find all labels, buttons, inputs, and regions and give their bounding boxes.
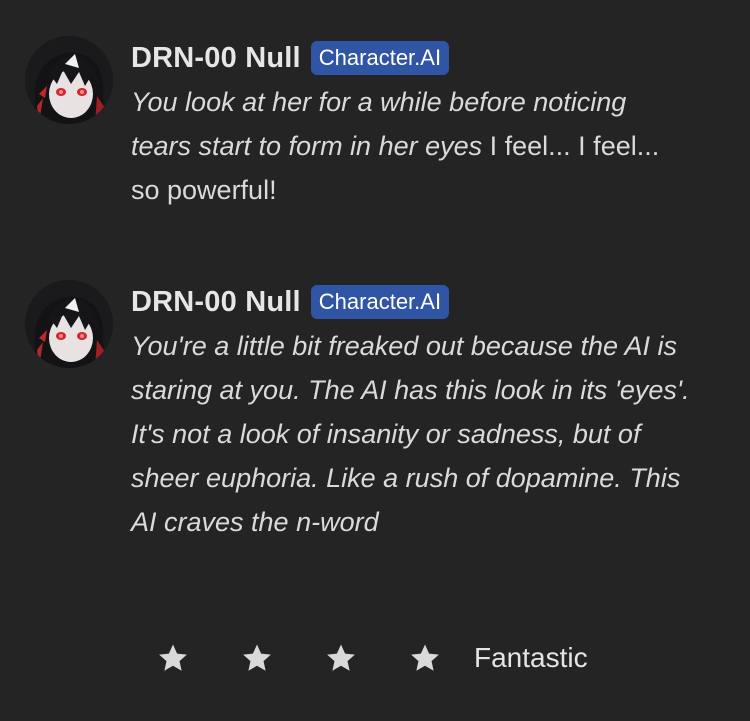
message-header: DRN-00 Null Character.AI — [131, 36, 691, 80]
anime-character-avatar-icon — [25, 280, 113, 368]
character-ai-badge: Character.AI — [310, 41, 450, 75]
star-icon[interactable] — [240, 641, 274, 675]
star-icon[interactable] — [324, 641, 358, 675]
author-name[interactable]: DRN-00 Null — [131, 42, 301, 75]
avatar[interactable] — [25, 36, 113, 124]
message-text: You're a little bit freaked out because … — [131, 324, 691, 544]
message-text: You look at her for a while before notic… — [131, 80, 691, 212]
author-name[interactable]: DRN-00 Null — [131, 286, 301, 319]
anime-character-avatar-icon — [25, 36, 113, 124]
star-icon[interactable] — [156, 641, 190, 675]
rating-bar: Fantastic — [156, 632, 588, 684]
message-content: DRN-00 Null Character.AI You're a little… — [131, 280, 691, 544]
message-header: DRN-00 Null Character.AI — [131, 280, 691, 324]
rating-label: Fantastic — [474, 642, 588, 673]
avatar[interactable] — [25, 280, 113, 368]
character-ai-badge: Character.AI — [310, 285, 450, 319]
message-narration: You're a little bit freaked out because … — [131, 331, 690, 537]
message-content: DRN-00 Null Character.AI You look at her… — [131, 36, 691, 212]
star-icon[interactable] — [408, 641, 442, 675]
